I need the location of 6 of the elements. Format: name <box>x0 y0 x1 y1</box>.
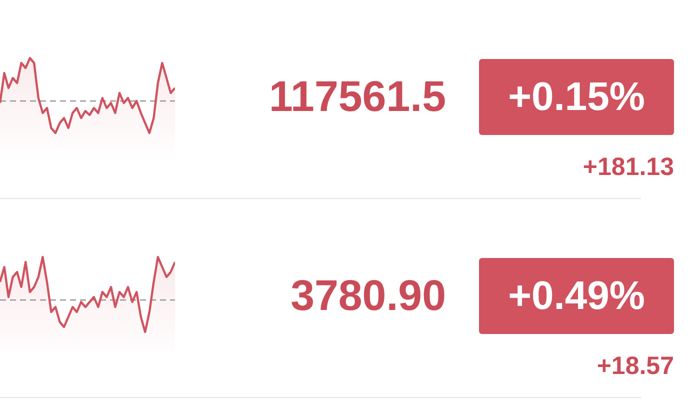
change-percent-badge: +0.49% <box>479 258 674 334</box>
price-value: 117561.5 <box>269 76 446 118</box>
change-value: +181.13 <box>582 152 674 183</box>
change-percent-badge: +0.15% <box>479 59 674 135</box>
change-value: +18.57 <box>596 351 674 382</box>
price-value: 3780.90 <box>290 274 446 318</box>
